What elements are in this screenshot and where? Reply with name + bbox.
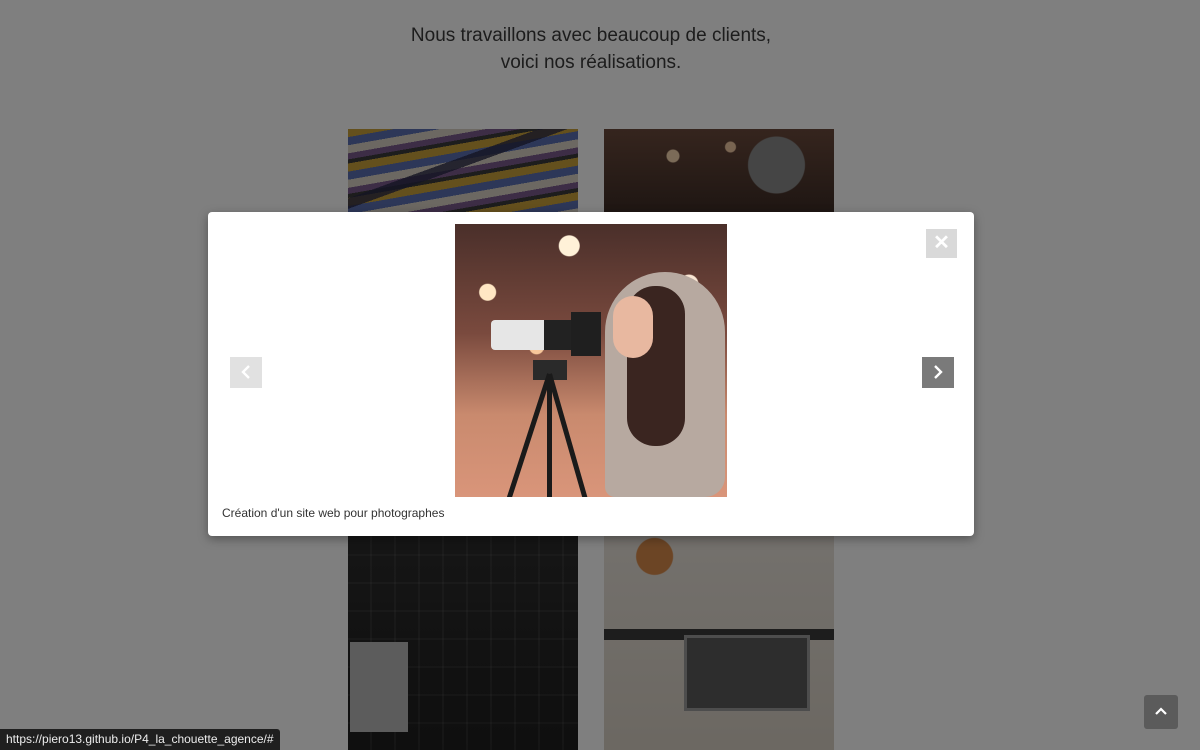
previous-image-button[interactable]	[230, 357, 262, 388]
photo-camera	[571, 312, 601, 356]
photo-lens	[491, 320, 579, 350]
lightbox-image	[455, 224, 727, 497]
status-bar-url: https://piero13.github.io/P4_la_chouette…	[0, 729, 280, 750]
close-icon: ✕	[933, 232, 950, 254]
lightbox-caption: Création d'un site web pour photographes	[222, 506, 445, 520]
chevron-right-icon	[934, 365, 943, 379]
lightbox-modal: Création d'un site web pour photographes…	[208, 212, 974, 536]
next-image-button[interactable]	[922, 357, 954, 388]
photo-tripod-leg	[506, 373, 552, 497]
chevron-up-icon	[1155, 707, 1167, 715]
photo-face	[613, 296, 653, 358]
close-button[interactable]: ✕	[926, 229, 957, 258]
chevron-left-icon	[241, 365, 250, 379]
scroll-to-top-button[interactable]	[1144, 695, 1178, 729]
photo-tripod-leg	[547, 373, 588, 497]
